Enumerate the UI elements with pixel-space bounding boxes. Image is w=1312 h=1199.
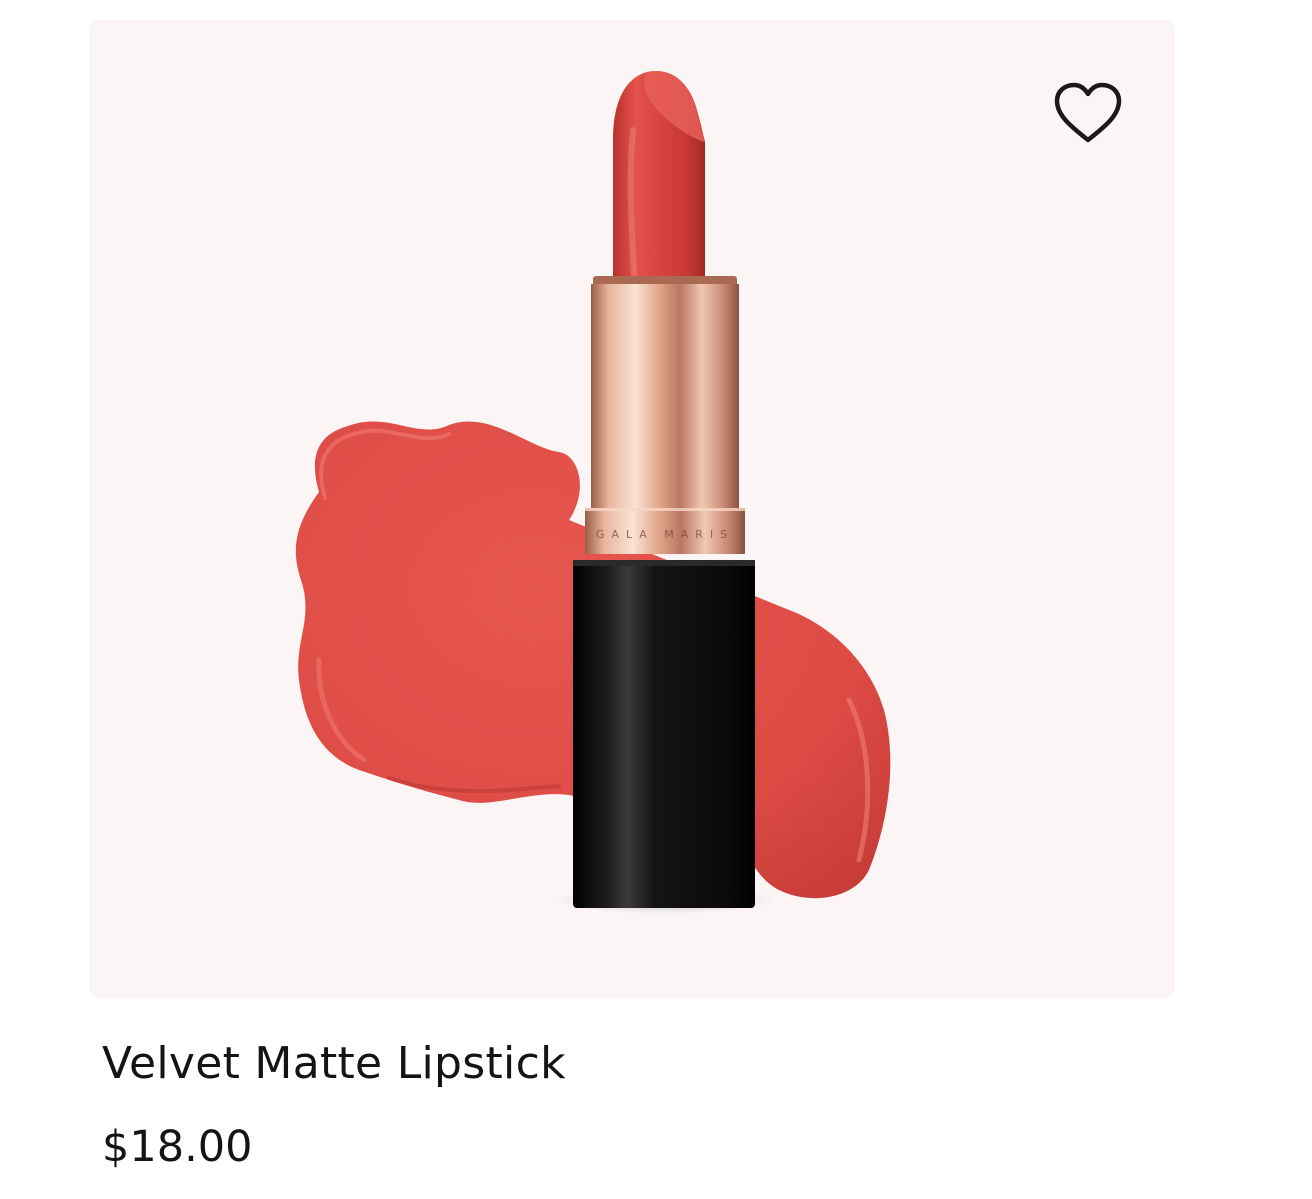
lipstick-tube <box>573 560 755 908</box>
wishlist-button[interactable] <box>1052 80 1124 148</box>
product-price: $18.00 <box>102 1122 253 1172</box>
lipstick-illustration: GALA MARIS <box>295 70 891 914</box>
lipstick-collar: GALA MARIS <box>585 276 745 554</box>
product-card[interactable]: GALA MARIS Velvet Matte Lipstick $18.00 <box>0 0 1312 1199</box>
heart-outline-icon <box>1054 82 1122 143</box>
lipstick-bullet <box>613 70 705 282</box>
product-title[interactable]: Velvet Matte Lipstick <box>102 1034 566 1094</box>
brand-engraving: GALA MARIS <box>596 528 734 541</box>
product-image[interactable]: GALA MARIS <box>89 20 1175 998</box>
